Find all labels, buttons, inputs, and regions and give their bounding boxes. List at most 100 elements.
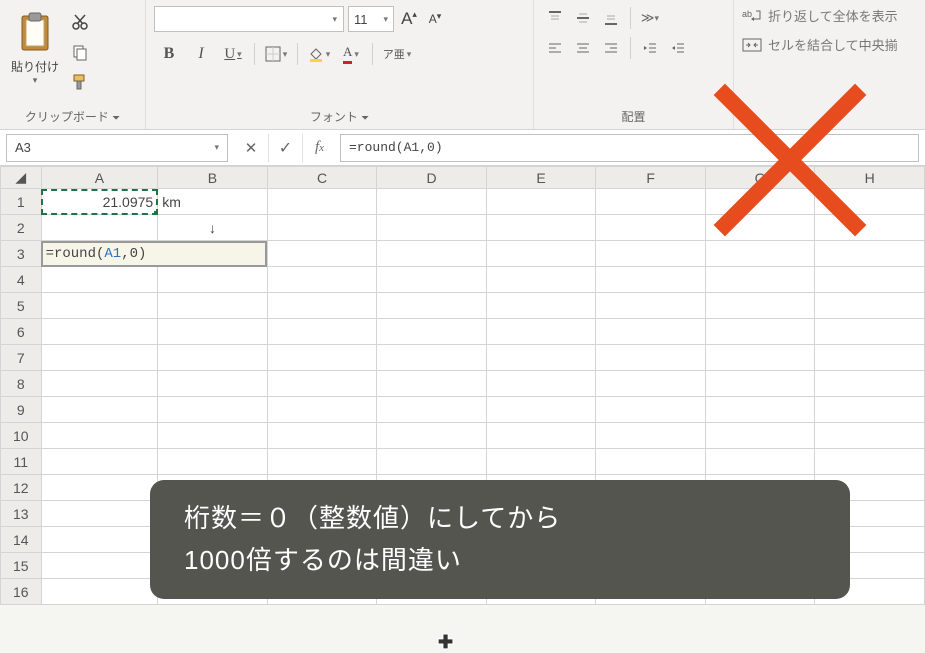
cell[interactable] [486,215,596,241]
cell[interactable] [596,293,706,319]
cell[interactable] [377,449,487,475]
cell[interactable] [41,527,158,553]
cell[interactable] [267,423,377,449]
paste-button[interactable]: 貼り付け ▾ [8,6,62,96]
row-header[interactable]: 13 [1,501,42,527]
cell[interactable] [596,267,706,293]
cell[interactable] [158,371,268,397]
row-header[interactable]: 5 [1,293,42,319]
cell[interactable] [41,319,158,345]
row-header[interactable]: 4 [1,267,42,293]
cell[interactable] [267,267,377,293]
cell[interactable] [705,397,815,423]
bold-button[interactable]: B [154,40,184,68]
cell[interactable] [486,293,596,319]
column-header[interactable]: C [267,167,377,189]
row-header[interactable]: 12 [1,475,42,501]
row-header[interactable]: 6 [1,319,42,345]
copy-button[interactable] [68,42,92,62]
cell[interactable] [705,371,815,397]
cell[interactable] [705,215,815,241]
cell[interactable] [815,345,925,371]
cell[interactable] [596,241,706,267]
cell[interactable] [815,397,925,423]
cell[interactable] [267,345,377,371]
formula-cancel-button[interactable]: ✕ [234,134,268,162]
cell[interactable] [705,293,815,319]
border-button[interactable]: ▾ [261,40,291,68]
cell[interactable] [596,371,706,397]
cell[interactable] [815,267,925,293]
orientation-button[interactable]: ≫▾ [637,6,663,30]
cell[interactable] [41,371,158,397]
cell[interactable] [41,501,158,527]
cell[interactable] [267,293,377,319]
cell[interactable] [596,189,706,215]
decrease-font-button[interactable]: A▾ [424,8,446,30]
cell[interactable] [267,319,377,345]
column-header[interactable]: A [41,167,158,189]
cell[interactable] [267,241,377,267]
align-middle-button[interactable] [570,6,596,30]
select-all-corner[interactable]: ◢ [1,167,42,189]
cell[interactable] [596,423,706,449]
cell-B1[interactable]: km [158,189,268,215]
align-left-button[interactable] [542,36,568,60]
cell[interactable] [41,345,158,371]
cell[interactable] [41,553,158,579]
column-header[interactable]: B [158,167,268,189]
cell[interactable] [41,215,158,241]
row-header[interactable]: 2 [1,215,42,241]
cell[interactable] [596,345,706,371]
row-header[interactable]: 8 [1,371,42,397]
cell[interactable] [815,189,925,215]
cell[interactable] [486,267,596,293]
row-header[interactable]: 14 [1,527,42,553]
cell[interactable] [377,215,487,241]
column-header[interactable]: E [486,167,596,189]
font-size-select[interactable]: 11 ▾ [348,6,394,32]
font-name-select[interactable]: ▾ [154,6,344,32]
cell[interactable] [705,189,815,215]
decrease-indent-button[interactable] [637,36,663,60]
increase-font-button[interactable]: A▴ [398,8,420,30]
cell[interactable] [815,449,925,475]
cell[interactable] [377,371,487,397]
italic-button[interactable]: I [186,40,216,68]
cell[interactable] [41,423,158,449]
format-painter-button[interactable] [68,72,92,92]
cell[interactable] [377,423,487,449]
cell[interactable] [377,267,487,293]
formula-input[interactable]: =round(A1,0) [340,134,919,162]
cell[interactable] [815,241,925,267]
cell[interactable] [267,449,377,475]
cell[interactable] [486,423,596,449]
cell[interactable] [705,319,815,345]
cell[interactable] [158,345,268,371]
cell[interactable] [158,293,268,319]
cut-button[interactable] [68,12,92,32]
cell[interactable] [158,449,268,475]
cell[interactable] [41,267,158,293]
cell[interactable] [158,267,268,293]
cell[interactable] [41,449,158,475]
name-box[interactable]: A3 ▾ [6,134,228,162]
cell[interactable] [377,189,487,215]
cell[interactable] [596,319,706,345]
row-header[interactable]: 11 [1,449,42,475]
cell[interactable] [815,215,925,241]
cell[interactable] [267,189,377,215]
cell[interactable] [486,397,596,423]
cell[interactable] [41,579,158,605]
align-top-button[interactable] [542,6,568,30]
font-color-button[interactable]: A▾ [336,40,366,68]
align-bottom-button[interactable] [598,6,624,30]
cell[interactable] [596,397,706,423]
cell[interactable] [267,371,377,397]
cell[interactable] [158,397,268,423]
fill-color-button[interactable]: ▾ [304,40,334,68]
cell[interactable] [705,345,815,371]
cell[interactable] [815,293,925,319]
row-header[interactable]: 9 [1,397,42,423]
cell-A3-editing[interactable]: =round(A1,0) [41,241,267,267]
